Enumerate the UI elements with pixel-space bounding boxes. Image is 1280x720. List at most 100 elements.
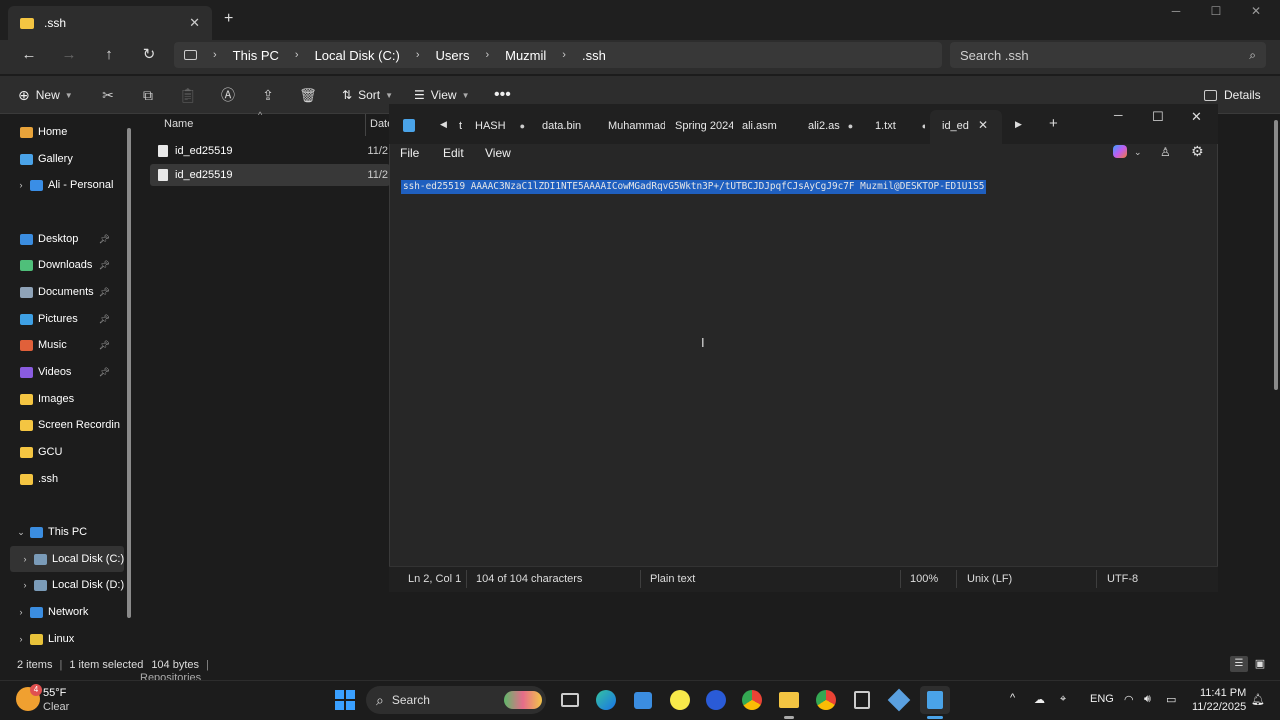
sidebar-item-documents[interactable]: Documents 📌︎	[0, 279, 124, 305]
notepad-taskbar-icon[interactable]	[920, 686, 950, 714]
main-scrollbar[interactable]	[1274, 120, 1278, 390]
settings-gear-icon[interactable]: ⚙	[1191, 143, 1204, 160]
sidebar-item-network[interactable]: › Network	[0, 599, 124, 625]
notepad-editor[interactable]	[389, 172, 1218, 564]
sidebar-scrollbar[interactable]	[127, 128, 131, 618]
paste-icon[interactable]: 📋︎	[175, 82, 201, 108]
notepad-maximize-icon[interactable]: ☐	[1152, 109, 1164, 125]
scroll-tabs-right-icon[interactable]: ▶	[1015, 119, 1022, 130]
chevron-right-icon[interactable]: ›	[18, 580, 32, 590]
clock-date[interactable]: 11/22/2025	[1192, 701, 1246, 713]
share-icon[interactable]: ⇪	[255, 82, 281, 108]
sidebar-item-downloads[interactable]: Downloads 📌︎	[0, 252, 124, 278]
notification-bell-icon[interactable]: 🔔︎	[1251, 693, 1265, 706]
breadcrumb-local-disk[interactable]: Local Disk (C:)	[315, 48, 400, 63]
new-tab-button[interactable]: +	[224, 10, 233, 28]
sidebar-item-local-disk-c[interactable]: › Local Disk (C:)	[10, 546, 124, 572]
menu-file[interactable]: File	[400, 146, 419, 160]
snipping-tool-icon[interactable]	[847, 686, 877, 714]
store-icon[interactable]	[628, 686, 658, 714]
column-header-name[interactable]: Name	[164, 118, 193, 130]
scroll-tabs-left-icon[interactable]: ◀	[440, 119, 447, 130]
chevron-right-icon[interactable]: ›	[14, 607, 28, 617]
chevron-right-icon[interactable]: ›	[18, 554, 32, 564]
file-explorer-icon[interactable]	[774, 686, 804, 714]
editor-selected-text[interactable]: ssh-ed25519 AAAAC3NzaC1lZDI1NTE5AAAAICow…	[401, 180, 987, 194]
delete-icon[interactable]: 🗑︎	[295, 82, 321, 108]
notepad-tab[interactable]: HASH ●	[475, 114, 527, 138]
file-row-selected[interactable]: id_ed25519 11/2	[150, 164, 390, 186]
file-row[interactable]: id_ed25519 11/2	[150, 140, 390, 162]
onedrive-icon[interactable]: ☁	[1034, 693, 1045, 706]
cut-icon[interactable]: ✂	[95, 82, 121, 108]
sidebar-item-ssh[interactable]: .ssh	[0, 466, 124, 492]
language-indicator[interactable]: ENG	[1090, 693, 1114, 705]
line-endings[interactable]: Unix (LF)	[967, 573, 1012, 585]
breadcrumb-muzmil[interactable]: Muzmil	[505, 48, 546, 63]
sidebar-item-local-disk-d[interactable]: › Local Disk (D:)	[0, 572, 125, 598]
location-icon[interactable]: ⌖	[1060, 693, 1066, 706]
clock-time[interactable]: 11:41 PM	[1200, 687, 1246, 699]
rename-icon[interactable]: Ⓐ	[215, 82, 241, 108]
chrome-icon[interactable]	[737, 686, 767, 714]
breadcrumb-this-pc[interactable]: This PC	[233, 48, 279, 63]
tiles-view-icon[interactable]: ▣	[1252, 656, 1268, 672]
sidebar-item-linux[interactable]: › Linux	[0, 626, 124, 652]
sidebar-item-home[interactable]: Home	[0, 119, 124, 145]
notepad-tab[interactable]: 1.txt ●	[875, 114, 925, 138]
breadcrumb-ssh[interactable]: .ssh	[582, 48, 606, 63]
sidebar-item-pictures[interactable]: Pictures 📌︎	[0, 306, 124, 332]
account-icon[interactable]: ♙	[1160, 145, 1171, 159]
task-view-icon[interactable]	[555, 686, 585, 714]
back-icon[interactable]: ←	[16, 44, 42, 66]
notepad-close-icon[interactable]: ✕	[1191, 109, 1202, 125]
chrome-profile-icon[interactable]	[811, 686, 841, 714]
explorer-tab[interactable]: .ssh ✕	[8, 6, 212, 40]
chevron-right-icon[interactable]: ›	[14, 180, 28, 190]
snapchat-icon[interactable]	[665, 686, 695, 714]
notepad-tab[interactable]: data.bin	[542, 114, 598, 138]
notepad-minimize-icon[interactable]: ─	[1114, 108, 1123, 122]
copilot-dropdown-icon[interactable]: ⌄	[1134, 147, 1142, 158]
chevron-right-icon[interactable]: ›	[14, 634, 28, 644]
forward-icon[interactable]: →	[56, 44, 82, 66]
sidebar-item-desktop[interactable]: Desktop 📌︎	[0, 226, 124, 252]
sidebar-item-images[interactable]: Images	[0, 386, 124, 412]
chevron-down-icon[interactable]: ⌄	[14, 527, 28, 538]
close-tab-icon[interactable]: ✕	[189, 15, 200, 31]
notepad-tab[interactable]: Spring 2024	[675, 114, 733, 138]
battery-icon[interactable]: ▭	[1166, 693, 1176, 706]
weather-widget[interactable]: 4 55°F Clear	[16, 684, 116, 716]
close-tab-icon[interactable]: ✕	[978, 118, 988, 132]
sidebar-item-videos[interactable]: Videos 📌︎	[0, 359, 124, 385]
copy-icon[interactable]: ⧉	[135, 82, 161, 108]
maximize-icon[interactable]: ☐	[1196, 4, 1236, 24]
volume-icon[interactable]: 🔊︎	[1144, 693, 1151, 706]
sidebar-item-ali-personal[interactable]: › Ali - Personal	[0, 172, 124, 198]
sidebar-item-screen-recordin[interactable]: Screen Recordin	[0, 412, 124, 438]
refresh-icon[interactable]: ↻	[136, 44, 162, 66]
show-hidden-icons-icon[interactable]: ^	[1010, 692, 1015, 704]
new-button[interactable]: ⊕ New ▼	[18, 82, 73, 108]
notepad-tab[interactable]: Muhammad	[608, 114, 665, 138]
breadcrumb-users[interactable]: Users	[436, 48, 470, 63]
sidebar-item-this-pc[interactable]: ⌄ This PC	[0, 519, 124, 545]
minimize-icon[interactable]: ─	[1156, 4, 1196, 24]
search-input[interactable]: Search .ssh ⌕	[950, 42, 1266, 68]
notepad-tab[interactable]: t	[459, 114, 473, 138]
details-view-icon[interactable]: ☰	[1230, 656, 1248, 672]
copilot-icon[interactable]	[1113, 145, 1127, 158]
up-icon[interactable]: ↑	[96, 44, 122, 66]
git-icon[interactable]	[884, 686, 914, 714]
sidebar-item-music[interactable]: Music 📌︎	[0, 332, 124, 358]
wifi-icon[interactable]: ◠	[1124, 693, 1134, 706]
encoding[interactable]: UTF-8	[1107, 573, 1138, 585]
sort-button[interactable]: ⇅ Sort ▼	[342, 82, 393, 108]
zoom-level[interactable]: 100%	[910, 573, 938, 585]
start-button[interactable]	[330, 686, 360, 714]
notepad-tab[interactable]: ali2.as ●	[808, 114, 856, 138]
phone-app-icon[interactable]	[701, 686, 731, 714]
sidebar-item-gallery[interactable]: Gallery	[0, 146, 124, 172]
sidebar-item-gcu[interactable]: GCU	[0, 439, 124, 465]
close-window-icon[interactable]: ✕	[1236, 4, 1276, 24]
